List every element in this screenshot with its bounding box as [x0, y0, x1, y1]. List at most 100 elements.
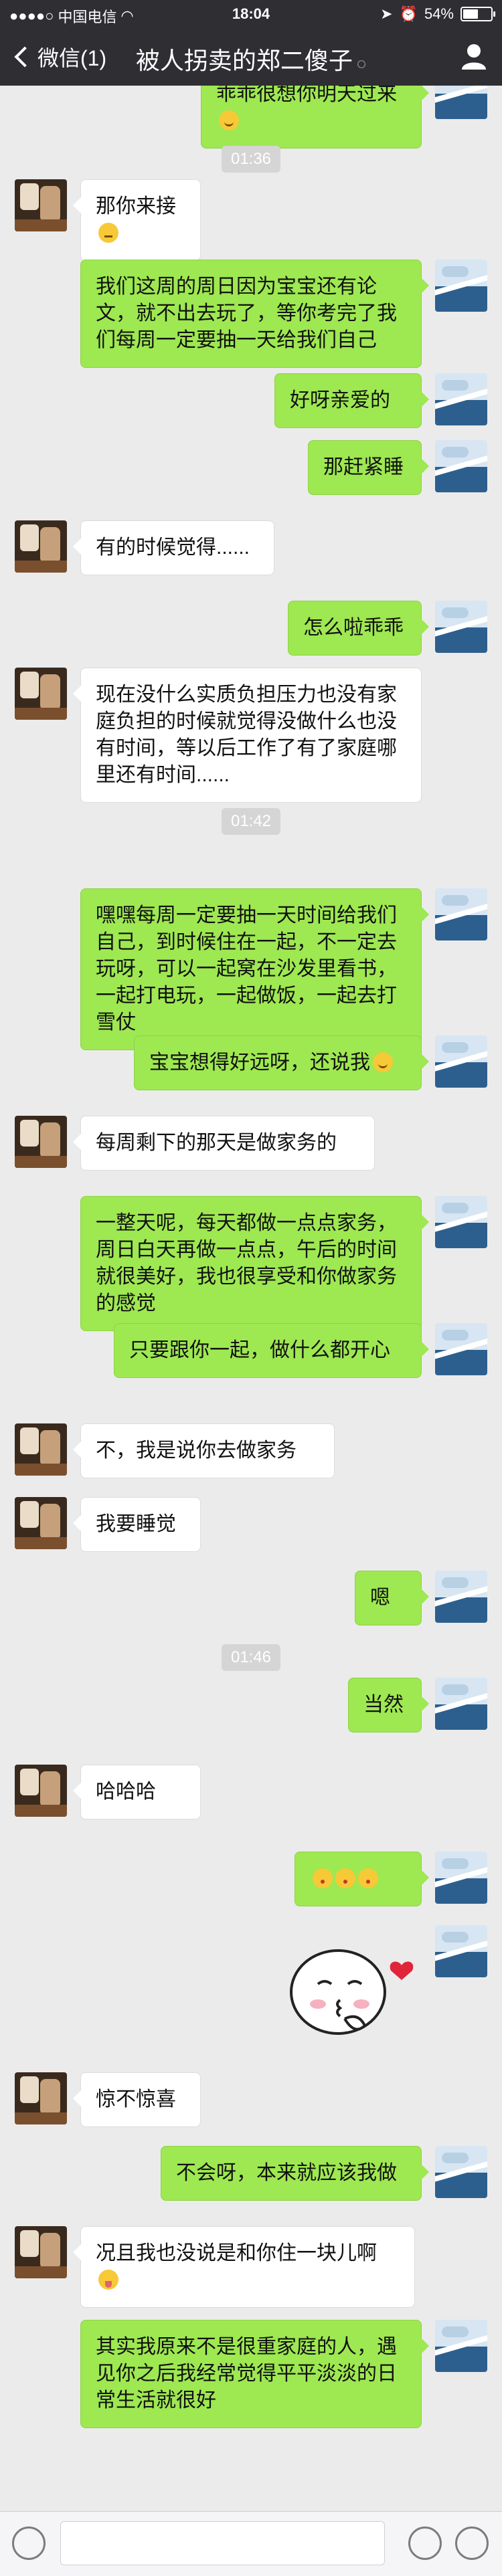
message-bubble[interactable]: 好呀亲爱的 [274, 373, 429, 428]
message-text: 嘿嘿每周一定要抽一天时间给我们自己，到时候住在一起，不一定去玩呀，可以一起窝在沙… [96, 904, 397, 1033]
kiss-emoji-icon [313, 1868, 333, 1888]
chat-area[interactable]: 乖乖很想你明天过来 01:36 那你来接我们这周的周日因为宝宝还有论文，就不出去玩了… [0, 86, 502, 2511]
message-text: 当然 [363, 1694, 404, 1716]
blowing-kiss-sticker[interactable] [274, 1925, 422, 2052]
message-text: 每周剩下的那天是做家务的 [96, 1132, 337, 1154]
message-bubble[interactable]: 其实我原来不是很重家庭的人，遇见你之后我经常觉得平平淡淡的日常生活就很好 [80, 2320, 429, 2428]
location-icon: ➤ [380, 5, 393, 22]
emoji-icon[interactable] [408, 2527, 442, 2560]
person-icon[interactable] [459, 41, 489, 71]
message-text: 乖乖很想你明天过来 [216, 86, 397, 105]
chat-title: 被人拐卖的郑二傻子 [135, 47, 353, 74]
timestamp-label: 01:36 [221, 146, 281, 173]
message-bubble[interactable]: 宝宝想得好远呀，还说我 [134, 1035, 429, 1090]
self-avatar[interactable] [435, 1323, 487, 1375]
message-text: 现在没什么实质负担压力也没有家庭负担的时候就觉得没做什么也没有时间，等以后工作了… [96, 684, 397, 786]
status-right: ➤ ⏰ 54% [380, 5, 495, 23]
friend-avatar[interactable] [15, 1765, 67, 1817]
timestamp: 01:42 [0, 808, 502, 835]
friend-avatar[interactable] [15, 1116, 67, 1168]
message-text: 惊不惊喜 [96, 2088, 176, 2110]
self-avatar[interactable] [435, 1925, 487, 1977]
message-bubble[interactable]: 哈哈哈 [73, 1765, 201, 1819]
message-text: 那赶紧睡 [323, 456, 404, 478]
self-avatar[interactable] [435, 373, 487, 425]
message-bubble[interactable]: 每周剩下的那天是做家务的 [73, 1116, 375, 1171]
message-text: 况且我也没说是和你住一块儿啊 [96, 2242, 377, 2264]
message-bubble[interactable]: 只要跟你一起，做什么都开心 [114, 1323, 429, 1378]
self-avatar[interactable] [435, 1035, 487, 1088]
friend-avatar[interactable] [15, 179, 67, 231]
friend-avatar[interactable] [15, 2072, 67, 2124]
self-avatar[interactable] [435, 888, 487, 940]
tongue-emoji-icon [98, 2270, 118, 2290]
self-avatar[interactable] [435, 1571, 487, 1623]
voice-icon[interactable] [12, 2527, 46, 2560]
message-bubble[interactable] [295, 1852, 429, 1906]
smile-emoji-icon [219, 110, 239, 130]
timestamp: 01:46 [0, 1644, 502, 1671]
message-bubble[interactable]: 不，我是说你去做家务 [73, 1423, 335, 1478]
kiss-emoji-icon [358, 1868, 378, 1888]
self-avatar[interactable] [435, 260, 487, 312]
message-text: 好呀亲爱的 [290, 389, 390, 411]
friend-avatar[interactable] [15, 2226, 67, 2278]
timestamp-label: 01:46 [221, 1644, 281, 1671]
self-avatar[interactable] [435, 1852, 487, 1904]
message-bubble[interactable]: 怎么啦乖乖 [288, 601, 429, 656]
message-text: 我要睡觉 [96, 1513, 176, 1535]
friend-avatar[interactable] [15, 520, 67, 573]
chat-title-wrap: 被人拐卖的郑二傻子 ◌ [0, 41, 502, 76]
smile-emoji-icon [373, 1052, 393, 1072]
message-text: 哈哈哈 [96, 1781, 156, 1803]
message-bubble[interactable]: 一整天呢，每天都做一点点家务，周日白天再做一点点，午后的时间就很美好，我也很享受… [80, 1196, 429, 1331]
timestamp: 01:36 [0, 146, 502, 173]
self-avatar[interactable] [435, 86, 487, 119]
battery-icon [461, 7, 495, 21]
message-bubble[interactable]: 我要睡觉 [73, 1497, 201, 1552]
message-text: 只要跟你一起，做什么都开心 [129, 1339, 390, 1361]
self-avatar[interactable] [435, 440, 487, 492]
message-input[interactable] [60, 2521, 385, 2565]
message-bubble[interactable]: 嗯 [355, 1571, 429, 1625]
message-bubble[interactable]: 况且我也没说是和你住一块儿啊 [73, 2226, 415, 2308]
input-bar [0, 2511, 502, 2576]
friend-avatar[interactable] [15, 668, 67, 720]
battery-percent: 54% [424, 5, 454, 22]
friend-avatar[interactable] [15, 1497, 67, 1549]
message-text: 那你来接 [96, 195, 176, 217]
message-text: 宝宝想得好远呀，还说我 [149, 1052, 370, 1074]
self-avatar[interactable] [435, 1678, 487, 1730]
message-bubble[interactable]: 乖乖很想你明天过来 [201, 86, 429, 148]
message-text: 不，我是说你去做家务 [96, 1440, 297, 1462]
kiss-emoji-icon [335, 1868, 355, 1888]
plus-icon[interactable] [455, 2527, 489, 2560]
self-avatar[interactable] [435, 2146, 487, 2198]
message-text: 怎么啦乖乖 [303, 617, 404, 639]
earpiece-icon: ◌ [356, 55, 367, 73]
nav-bar: 微信(1) 被人拐卖的郑二傻子 ◌ [0, 27, 502, 86]
message-text: 我们这周的周日因为宝宝还有论文，就不出去玩了，等你考完了我们每周一定要抽一天给我… [96, 276, 397, 351]
self-avatar[interactable] [435, 601, 487, 653]
message-text: 不会呀，本来就应该我做 [176, 2162, 397, 2184]
self-avatar[interactable] [435, 1196, 487, 1248]
message-bubble[interactable]: 不会呀，本来就应该我做 [161, 2146, 429, 2201]
message-bubble[interactable]: 有的时候觉得...... [73, 520, 274, 575]
message-bubble[interactable]: 我们这周的周日因为宝宝还有论文，就不出去玩了，等你考完了我们每周一定要抽一天给我… [80, 260, 429, 368]
friend-avatar[interactable] [15, 1423, 67, 1476]
message-bubble[interactable]: 当然 [348, 1678, 429, 1732]
unamused-emoji-icon [98, 223, 118, 243]
self-avatar[interactable] [435, 2320, 487, 2372]
message-bubble[interactable]: 嘿嘿每周一定要抽一天时间给我们自己，到时候住在一起，不一定去玩呀，可以一起窝在沙… [80, 888, 429, 1050]
timestamp-label: 01:42 [221, 808, 281, 835]
battery-level [463, 9, 478, 19]
message-bubble[interactable]: 现在没什么实质负担压力也没有家庭负担的时候就觉得没做什么也没有时间，等以后工作了… [73, 668, 422, 803]
message-text: 有的时候觉得...... [96, 536, 250, 559]
message-text: 一整天呢，每天都做一点点家务，周日白天再做一点点，午后的时间就很美好，我也很享受… [96, 1212, 397, 1314]
message-bubble[interactable]: 那赶紧睡 [308, 440, 429, 495]
message-bubble[interactable]: 那你来接 [73, 179, 201, 261]
alarm-icon: ⏰ [399, 5, 418, 22]
message-bubble[interactable]: 惊不惊喜 [73, 2072, 201, 2127]
message-text: 其实我原来不是很重家庭的人，遇见你之后我经常觉得平平淡淡的日常生活就很好 [96, 2336, 397, 2411]
status-bar: ●●●●○ 中国电信 ◠ 18:04 ➤ ⏰ 54% [0, 0, 502, 27]
